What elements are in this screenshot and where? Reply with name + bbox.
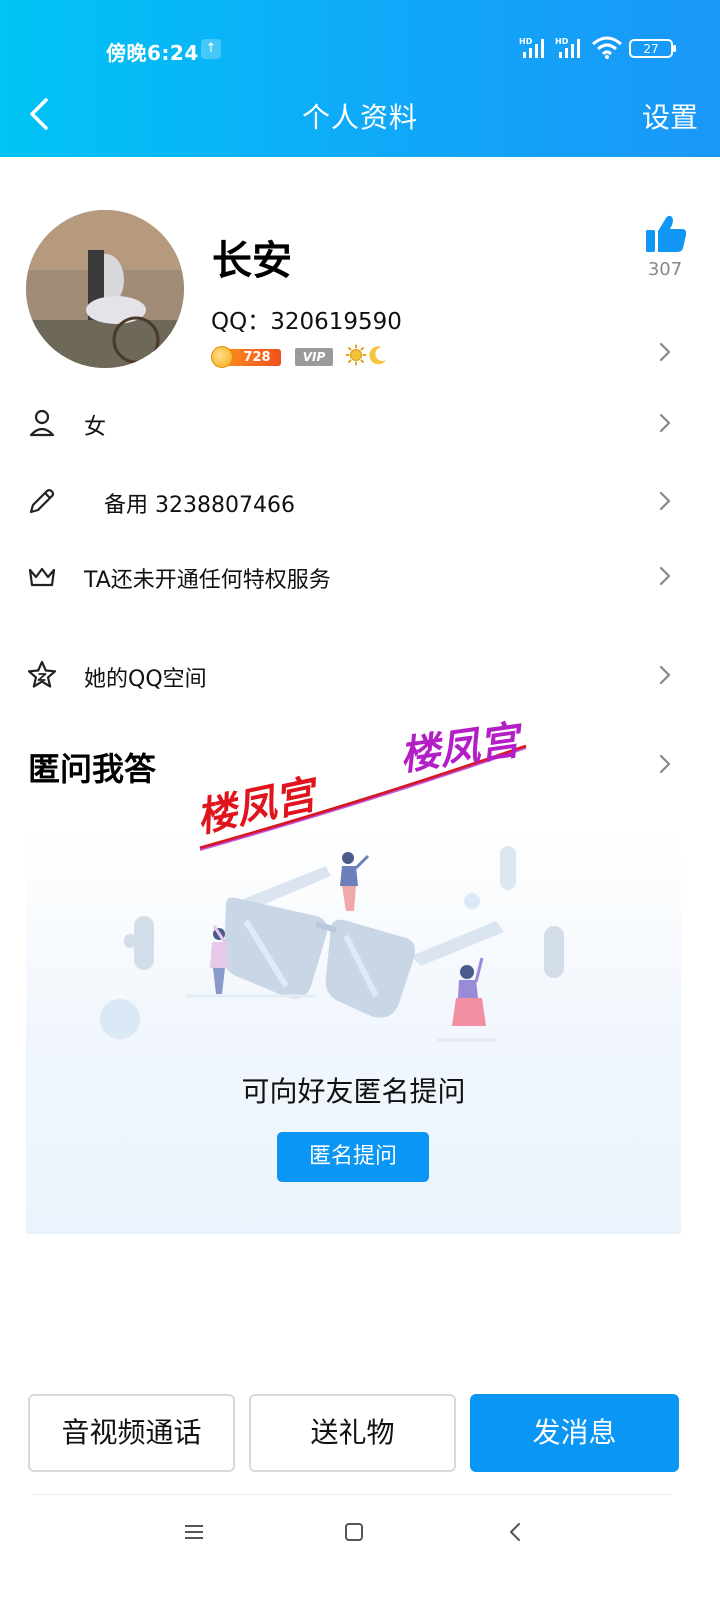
moon-icon bbox=[369, 346, 386, 365]
qa-illustration bbox=[100, 846, 564, 1042]
chevron-right-icon bbox=[659, 566, 671, 586]
svg-text:HD: HD bbox=[519, 37, 533, 46]
signal-icon-2: HD bbox=[555, 37, 580, 58]
chevron-right-icon[interactable] bbox=[658, 341, 672, 363]
header-bar: 傍晚6:24 ↑ HD HD 27 个人资料 设置 bbox=[0, 0, 720, 157]
star-icon bbox=[27, 660, 57, 688]
badge-row[interactable]: 728 VIP bbox=[211, 344, 411, 370]
home-icon[interactable] bbox=[342, 1520, 366, 1544]
menu-icon[interactable] bbox=[182, 1520, 206, 1544]
pencil-icon bbox=[29, 489, 55, 514]
like-count: 307 bbox=[647, 259, 683, 280]
qa-section-title: 匿问我答 bbox=[28, 750, 157, 788]
avatar-photo bbox=[26, 210, 184, 368]
chevron-right-icon[interactable] bbox=[658, 753, 672, 775]
status-bar: 傍晚6:24 ↑ HD HD 27 bbox=[0, 30, 720, 70]
upload-icon: ↑ bbox=[201, 39, 221, 59]
system-nav-bar bbox=[0, 1510, 720, 1554]
thumbs-up-icon bbox=[646, 215, 687, 252]
settings-button[interactable]: 设置 bbox=[642, 96, 698, 136]
nav-bar: 个人资料 设置 bbox=[0, 84, 720, 144]
vip-badge: VIP bbox=[295, 348, 333, 366]
send-gift-button[interactable]: 送礼物 bbox=[249, 1394, 456, 1472]
qq-number: QQ：320619590 bbox=[211, 309, 402, 335]
svg-text:HD: HD bbox=[555, 37, 569, 46]
svg-text:楼凤宫: 楼凤宫 bbox=[397, 717, 527, 780]
chevron-right-icon bbox=[659, 665, 671, 685]
status-time: 傍晚6:24 bbox=[106, 41, 199, 65]
qzone-row[interactable]: 她的QQ空间 bbox=[0, 645, 720, 705]
battery-icon: 27 bbox=[629, 39, 676, 58]
ask-anonymously-button[interactable]: 匿名提问 bbox=[277, 1132, 429, 1182]
avatar[interactable] bbox=[26, 210, 184, 368]
watermark: 楼凤宫 楼凤宫 bbox=[193, 717, 527, 851]
status-icons: HD HD 27 bbox=[519, 36, 685, 64]
qa-card: 可向好友匿名提问 匿名提问 bbox=[26, 826, 681, 1234]
person-icon bbox=[29, 409, 55, 437]
back-icon[interactable] bbox=[504, 1520, 528, 1544]
svg-text:27: 27 bbox=[643, 42, 658, 56]
chevron-right-icon bbox=[659, 413, 671, 433]
audio-video-call-button[interactable]: 音视频通话 bbox=[28, 1394, 235, 1472]
privilege-row[interactable]: TA还未开通任何特权服务 bbox=[0, 546, 720, 606]
gender-label: 女 bbox=[84, 415, 107, 440]
coin-level-badge: 728 bbox=[211, 346, 281, 368]
remark-label: 备用 3238807466 bbox=[104, 493, 295, 518]
chevron-right-icon bbox=[659, 491, 671, 511]
crown-icon bbox=[28, 567, 56, 587]
coin-level-value: 728 bbox=[225, 349, 281, 366]
wifi-icon bbox=[592, 36, 622, 59]
coin-icon bbox=[211, 346, 233, 368]
privilege-label: TA还未开通任何特权服务 bbox=[84, 568, 331, 593]
page-title: 个人资料 bbox=[301, 101, 418, 134]
send-message-button[interactable]: 发消息 bbox=[470, 1394, 679, 1472]
qa-prompt: 可向好友匿名提问 bbox=[241, 1075, 466, 1108]
profile-name: 长安 bbox=[212, 238, 292, 284]
signal-icon-1: HD bbox=[519, 37, 544, 58]
like-button[interactable]: 307 bbox=[640, 214, 690, 284]
divider bbox=[32, 1494, 672, 1495]
gender-row[interactable]: 女 bbox=[0, 393, 720, 453]
remark-row[interactable]: 备用 3238807466 bbox=[0, 471, 720, 531]
sun-icon bbox=[345, 344, 367, 366]
qzone-label: 她的QQ空间 bbox=[84, 667, 207, 692]
